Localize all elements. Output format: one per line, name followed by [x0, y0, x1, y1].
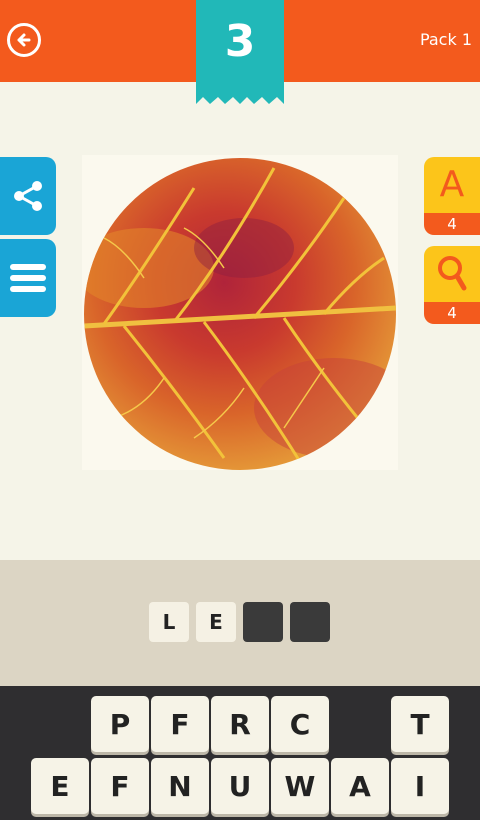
- menu-button[interactable]: [0, 239, 56, 317]
- letter-key[interactable]: T: [391, 696, 449, 752]
- reveal-letter-label: A: [439, 164, 465, 205]
- answer-tile-empty[interactable]: [243, 602, 283, 642]
- letter-key[interactable]: E: [31, 758, 89, 814]
- level-number: 3: [224, 16, 256, 67]
- share-button[interactable]: [0, 157, 56, 235]
- letter-key[interactable]: A: [331, 758, 389, 814]
- level-badge: 3: [196, 0, 284, 110]
- answer-area: [0, 560, 480, 686]
- reveal-letter-hint-button[interactable]: A 4: [424, 157, 480, 235]
- letter-key[interactable]: C: [271, 696, 329, 752]
- letter-key[interactable]: F: [151, 696, 209, 752]
- magnify-hint-button[interactable]: 4: [424, 246, 480, 324]
- magnifier-icon: [438, 256, 467, 291]
- answer-tile[interactable]: L: [149, 602, 189, 642]
- letter-key[interactable]: N: [151, 758, 209, 814]
- magnify-count: 4: [424, 302, 480, 324]
- reveal-letter-count: 4: [424, 213, 480, 235]
- pack-label: Pack 1: [419, 30, 472, 49]
- letter-key[interactable]: P: [91, 696, 149, 752]
- arrow-left-circle-icon: [17, 33, 31, 47]
- puzzle-image-leaf: [84, 158, 396, 470]
- letter-key[interactable]: U: [211, 758, 269, 814]
- back-button[interactable]: [7, 23, 41, 57]
- letter-key[interactable]: I: [391, 758, 449, 814]
- answer-tile-empty[interactable]: [290, 602, 330, 642]
- hamburger-menu-icon: [10, 264, 46, 292]
- letter-key[interactable]: W: [271, 758, 329, 814]
- letter-key[interactable]: F: [91, 758, 149, 814]
- answer-tile[interactable]: E: [196, 602, 236, 642]
- share-icon: [14, 181, 42, 211]
- letter-key[interactable]: R: [211, 696, 269, 752]
